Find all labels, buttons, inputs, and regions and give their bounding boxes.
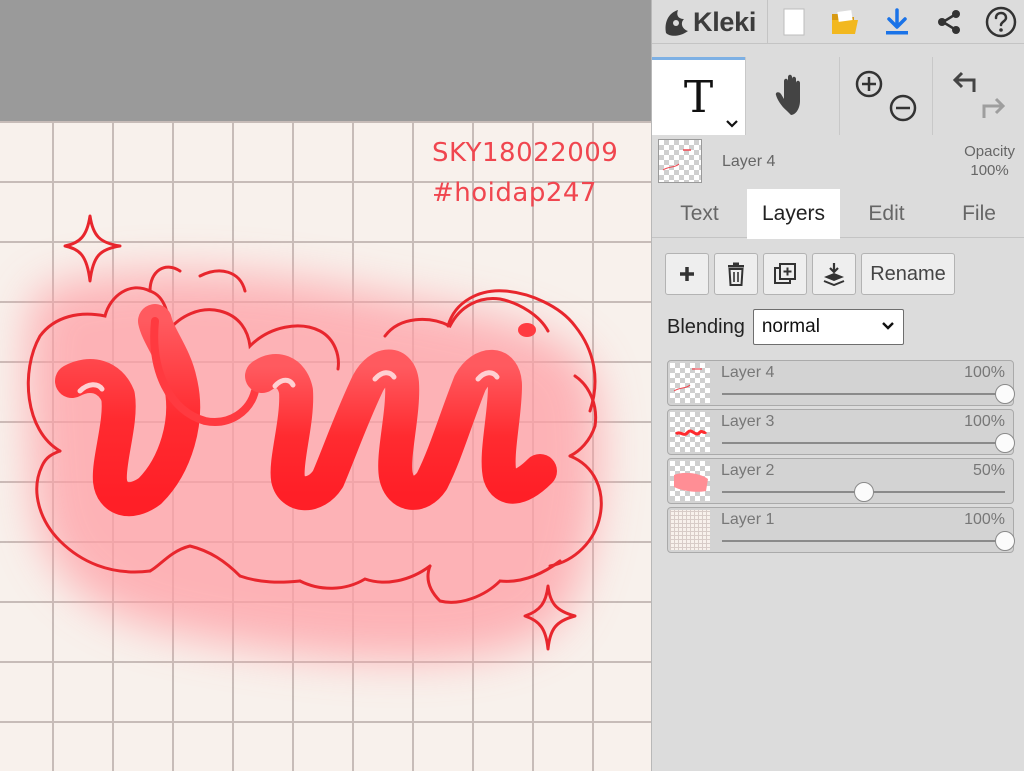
hand-icon xyxy=(775,74,800,115)
text-tool-icon: T xyxy=(683,72,714,123)
duplicate-layer-button[interactable] xyxy=(763,253,807,295)
app-logo[interactable]: Kleki xyxy=(662,4,756,40)
layer-row[interactable]: Layer 1 100% xyxy=(667,507,1015,553)
layer-thumbnail xyxy=(670,363,710,403)
blending-row: Blending normal xyxy=(667,309,904,345)
sparkle-top-left xyxy=(63,214,122,283)
blending-value: normal xyxy=(761,316,820,337)
layer-thumb-art xyxy=(662,149,691,171)
layer-opacity-slider[interactable] xyxy=(722,482,1005,502)
folder-icon xyxy=(832,10,858,34)
drawing-canvas[interactable]: SKY18022009 #hoidap247 xyxy=(0,121,651,771)
trash-icon xyxy=(728,262,744,286)
text-tool-button[interactable]: T xyxy=(652,57,745,135)
merge-down-button[interactable] xyxy=(812,253,856,295)
slider-knob[interactable] xyxy=(995,384,1015,404)
zoom-in-icon[interactable] xyxy=(855,70,883,98)
delete-layer-button[interactable] xyxy=(714,253,758,295)
current-layer-info: Layer 4 Opacity 100% xyxy=(652,135,1024,189)
layer-name: Layer 4 xyxy=(721,364,775,381)
zoom-tools xyxy=(840,57,932,135)
help-button[interactable] xyxy=(982,3,1020,41)
rename-layer-button[interactable]: Rename xyxy=(861,253,955,295)
layer-thumb-art xyxy=(674,429,708,436)
opacity-value: 100% xyxy=(970,162,1009,179)
layer-opacity-slider[interactable] xyxy=(722,384,1015,404)
layer-thumb-art xyxy=(674,472,708,492)
share-button[interactable] xyxy=(930,3,968,41)
hand-tool-button[interactable] xyxy=(746,57,839,135)
download-icon xyxy=(886,8,908,35)
current-layer-name: Layer 4 xyxy=(722,153,776,170)
layer-opacity-percent: 50% xyxy=(972,462,1005,479)
tab-layers[interactable]: Layers xyxy=(747,189,840,239)
side-panel: Kleki T Layer 4 Opacity 100% Text Layers… xyxy=(651,0,1024,771)
layer-thumbnail xyxy=(670,510,710,550)
current-layer-opacity: Opacity 100% xyxy=(964,142,1015,180)
merge-down-icon xyxy=(823,263,845,286)
layer-row[interactable]: Layer 3 100% xyxy=(667,409,1015,455)
layer-opacity-percent: 100% xyxy=(964,364,1005,381)
canvas-area[interactable]: SKY18022009 #hoidap247 xyxy=(0,0,651,771)
watermark-line-2: #hoidap247 xyxy=(432,178,597,208)
chevron-down-icon xyxy=(881,322,894,330)
blending-select[interactable]: normal xyxy=(752,309,904,345)
zoom-out-icon[interactable] xyxy=(889,94,917,122)
app-name: Kleki xyxy=(693,6,757,37)
layer-thumb-art xyxy=(673,368,702,392)
layer-row[interactable]: Layer 4 100% xyxy=(667,360,1015,406)
duplicate-icon xyxy=(774,263,796,284)
help-icon xyxy=(985,6,1017,38)
slider-knob[interactable] xyxy=(853,482,874,502)
redo-icon[interactable] xyxy=(982,97,1006,118)
layer-opacity-slider[interactable] xyxy=(722,531,1015,551)
layer-opacity-percent: 100% xyxy=(964,413,1005,430)
add-layer-button[interactable] xyxy=(665,253,709,295)
layer-name: Layer 3 xyxy=(721,413,775,430)
layer-opacity-slider[interactable] xyxy=(722,433,1015,453)
watermark-line-1: SKY18022009 xyxy=(432,138,619,168)
tab-file[interactable]: File xyxy=(933,189,1024,238)
page-icon xyxy=(783,8,805,36)
new-image-button[interactable] xyxy=(775,3,813,41)
undo-redo-tools xyxy=(933,57,1024,135)
top-bar: Kleki xyxy=(652,0,1024,44)
undo-icon[interactable] xyxy=(952,71,976,92)
download-button[interactable] xyxy=(878,3,916,41)
layer-thumbnail xyxy=(670,412,710,452)
blending-label: Blending xyxy=(667,315,745,338)
opacity-label: Opacity xyxy=(964,143,1015,160)
current-layer-thumbnail xyxy=(658,139,702,183)
layer-row[interactable]: Layer 2 50% xyxy=(667,458,1014,504)
zoom-icons xyxy=(855,70,917,122)
slider-knob[interactable] xyxy=(995,433,1015,453)
tab-text[interactable]: Text xyxy=(652,189,747,238)
layer-name: Layer 2 xyxy=(721,462,775,479)
open-file-button[interactable] xyxy=(826,3,864,41)
canvas-artwork xyxy=(26,214,603,660)
slider-knob[interactable] xyxy=(995,531,1015,551)
layer-thumbnail xyxy=(670,461,710,501)
plus-icon xyxy=(680,267,694,281)
tab-edit[interactable]: Edit xyxy=(840,189,933,238)
kleki-logo-icon xyxy=(665,10,688,36)
layer-toolbar: Rename xyxy=(665,253,955,295)
chevron-down-icon[interactable] xyxy=(725,119,739,129)
top-bar-divider xyxy=(767,0,768,44)
panel-tabs: Text Layers Edit File xyxy=(652,189,1024,239)
share-icon xyxy=(938,10,960,34)
layer-opacity-percent: 100% xyxy=(964,511,1005,528)
layer-name: Layer 1 xyxy=(721,511,775,528)
undo-redo-icons xyxy=(952,71,1006,118)
tool-row: T xyxy=(652,57,1024,135)
